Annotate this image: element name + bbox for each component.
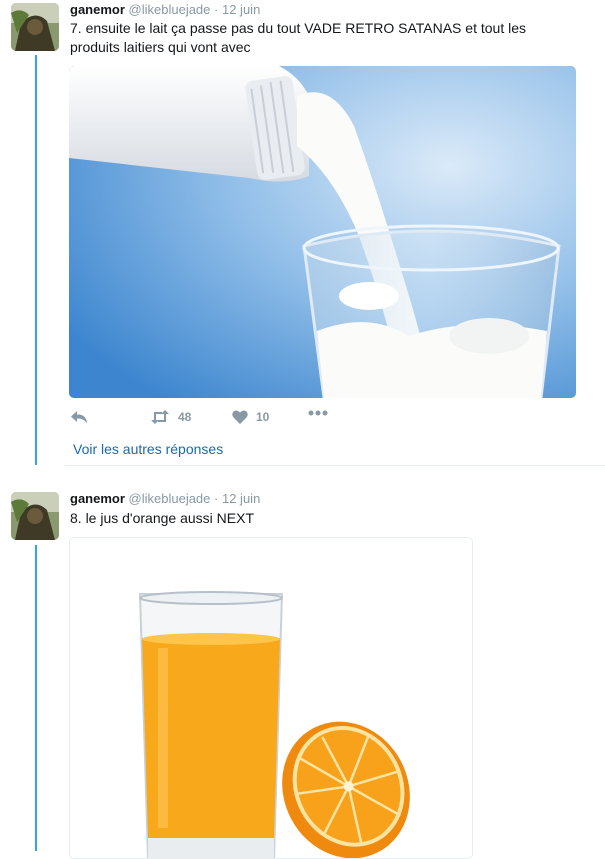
tweet-text: 8. le jus d'orange aussi NEXT [70,510,254,526]
tweet-image-orange-juice[interactable] [69,537,473,859]
tweet-date[interactable]: 12 juin [222,2,260,17]
heart-icon [232,410,248,424]
like-button[interactable]: 10 [232,410,269,424]
separator-dot: · [214,491,219,506]
divider [65,465,605,466]
more-icon [308,410,328,416]
show-more-replies-link[interactable]: Voir les autres réponses [73,441,223,457]
avatar[interactable] [11,3,59,51]
retweet-icon [150,410,170,424]
author-handle[interactable]: @likebluejade [129,491,211,506]
retweet-count: 48 [178,410,192,424]
reply-button[interactable] [70,410,88,424]
reply-icon [70,410,88,424]
author-name[interactable]: ganemor [70,2,125,17]
separator-dot: · [214,2,219,17]
tweet-text: 7. ensuite le lait ça passe pas du tout … [70,20,526,55]
author-name[interactable]: ganemor [70,491,125,506]
tweet-image-milk[interactable] [69,66,576,398]
retweet-button[interactable]: 48 [150,410,191,424]
tweet-header: ganemor @likebluejade · 12 juin [70,2,260,17]
avatar[interactable] [11,492,59,540]
tweet[interactable]: ganemor @likebluejade · 12 juin 7. ensui… [0,0,605,470]
tweet-header: ganemor @likebluejade · 12 juin [70,491,260,506]
more-button[interactable] [308,410,328,416]
tweet-date[interactable]: 12 juin [222,491,260,506]
like-count: 10 [256,410,270,424]
tweet[interactable]: ganemor @likebluejade · 12 juin 8. le ju… [0,470,605,859]
author-handle[interactable]: @likebluejade [129,2,211,17]
